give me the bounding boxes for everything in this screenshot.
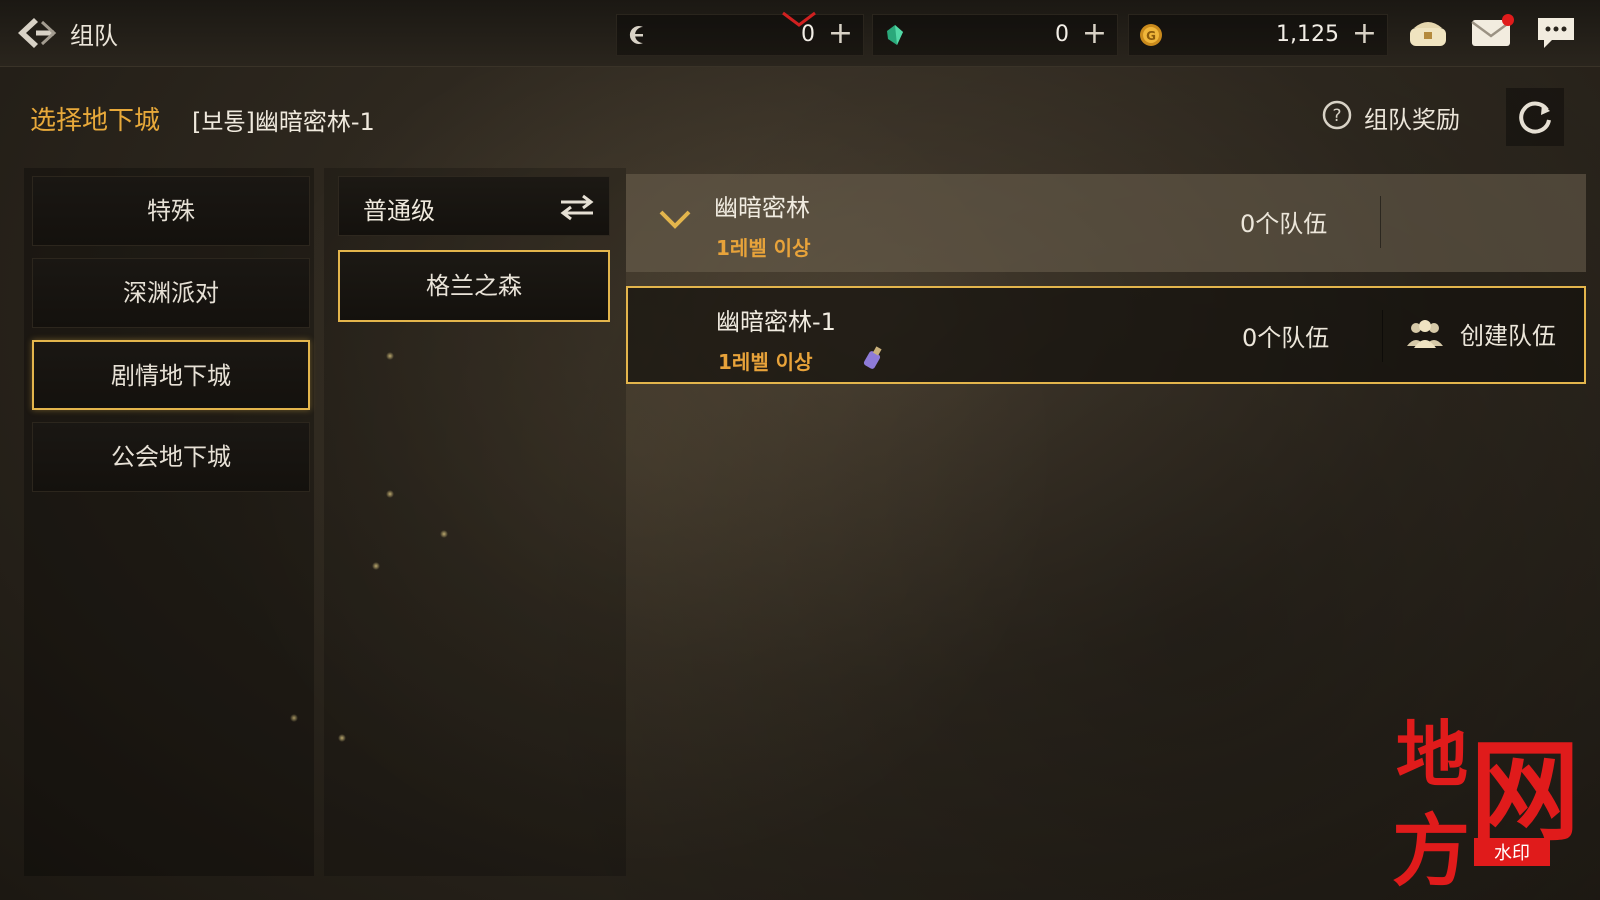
potion-icon — [863, 346, 882, 369]
divider — [1380, 196, 1381, 248]
top-bar: 组队 0 + 0 + G 1,125 + — [0, 0, 1600, 67]
create-team-button[interactable]: 创建队伍 — [1404, 312, 1574, 358]
green-gem-icon — [887, 25, 903, 45]
area-panel: 普通级 格兰之森 — [324, 168, 626, 876]
difficulty-selector[interactable]: 普通级 — [338, 176, 610, 236]
refresh-icon — [1519, 101, 1551, 134]
add-currency-button[interactable]: + — [828, 16, 853, 52]
chest-icon — [1410, 22, 1446, 46]
area-gran-forest[interactable]: 格兰之森 — [338, 250, 610, 322]
dungeon-row-selected[interactable]: 幽暗密林-1 1레벨 이상 0个队伍 创建队伍 — [626, 286, 1586, 384]
currency-value: 0 — [1055, 22, 1069, 47]
team-count: 0个队伍 — [1242, 324, 1330, 352]
category-story-dungeon[interactable]: 剧情地下城 — [32, 340, 310, 410]
create-team-label: 创建队伍 — [1460, 322, 1556, 350]
add-currency-button[interactable]: + — [1352, 16, 1377, 52]
difficulty-label: 普通级 — [363, 197, 435, 225]
mail-button[interactable] — [1470, 12, 1514, 52]
currency-value: 0 — [801, 22, 815, 47]
gold-coin-icon: G — [1140, 24, 1162, 46]
level-requirement: 1레벨 이상 — [718, 350, 813, 374]
swap-arrows-icon — [560, 194, 594, 221]
crescent-coin-icon — [629, 26, 643, 44]
svg-text:?: ? — [1332, 106, 1341, 126]
select-dungeon-label: 选择地下城 — [30, 106, 161, 136]
divider — [1382, 310, 1383, 362]
mail-icon — [1471, 14, 1514, 46]
watermark-sub: 水印 — [1494, 843, 1530, 864]
back-arrow-icon — [18, 18, 57, 48]
question-icon: ? — [1322, 100, 1352, 130]
dungeon-group-row[interactable]: 幽暗密林 1레벨 이상 0个队伍 — [626, 174, 1586, 272]
category-abyss-party[interactable]: 深渊派对 — [32, 258, 310, 328]
currency-value: 1,125 — [1276, 22, 1339, 47]
watermark-logo: 地 方 网 水印 — [1392, 710, 1592, 897]
selected-dungeon-name: [보통]幽暗密林-1 — [192, 108, 375, 136]
category-panel: 特殊 深渊派对 剧情地下城 公会地下城 — [24, 168, 314, 876]
add-currency-button[interactable]: + — [1082, 16, 1107, 52]
watermark-char-2: 方 — [1392, 806, 1470, 890]
chat-button[interactable] — [1534, 12, 1578, 52]
people-icon — [1407, 320, 1443, 348]
refresh-button[interactable] — [1506, 88, 1564, 146]
dungeon-name: 幽暗密林-1 — [716, 308, 836, 336]
page-title: 组队 — [70, 22, 118, 50]
watermark-char-1: 地 — [1396, 712, 1468, 797]
category-special[interactable]: 特殊 — [32, 176, 310, 246]
level-requirement: 1레벨 이상 — [716, 236, 811, 260]
currency-gold: G 1,125 + — [1128, 14, 1388, 56]
svg-text:G: G — [1146, 29, 1156, 43]
chevron-down-icon — [659, 210, 691, 229]
watermark-char-3: 网 — [1470, 727, 1580, 856]
team-reward-label: 组队奖励 — [1364, 106, 1460, 134]
watermark-graphic: 地 方 网 水印 — [1392, 712, 1580, 897]
chest-button[interactable] — [1406, 12, 1450, 52]
currency-crescent: 0 + — [616, 11, 864, 56]
back-button[interactable] — [14, 14, 58, 52]
team-count: 0个队伍 — [1240, 210, 1328, 238]
chat-icon — [1538, 18, 1574, 48]
currency-gem: 0 + — [872, 14, 1118, 56]
category-guild-dungeon[interactable]: 公会地下城 — [32, 422, 310, 492]
dungeon-name: 幽暗密林 — [714, 194, 810, 222]
